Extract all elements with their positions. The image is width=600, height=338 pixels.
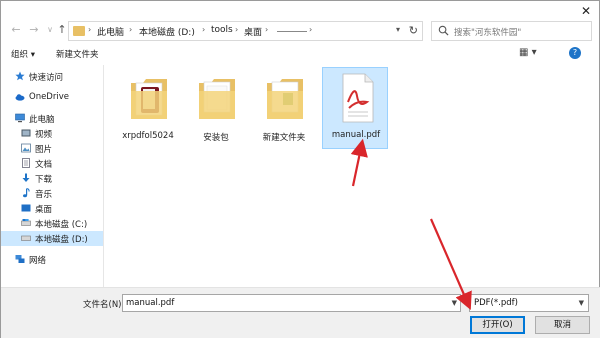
sidebar-item-videos[interactable]: 视频 bbox=[1, 126, 103, 141]
breadcrumb-tools[interactable]: tools bbox=[211, 25, 233, 35]
close-icon[interactable]: ✕ bbox=[579, 4, 593, 18]
file-type-select[interactable]: PDF(*.pdf) ▼ bbox=[469, 294, 589, 312]
breadcrumb-drive-d[interactable]: 本地磁盘 (D:) bbox=[139, 25, 195, 38]
breadcrumb-separator[interactable]: › bbox=[309, 25, 312, 34]
sidebar-item-drive-d[interactable]: 本地磁盘 (D:) bbox=[1, 231, 103, 246]
sidebar-item-desktop[interactable]: 桌面 bbox=[1, 201, 103, 216]
folder-icon bbox=[267, 79, 303, 119]
filename-label: 文件名(N): bbox=[83, 300, 125, 310]
breadcrumb-separator[interactable]: › bbox=[88, 25, 91, 34]
sidebar-item-music[interactable]: 音乐 bbox=[1, 186, 103, 201]
filename-value: manual.pdf bbox=[126, 298, 175, 308]
drive-icon bbox=[21, 235, 31, 241]
file-name-panel: 文件名(N): manual.pdf ▼ PDF(*.pdf) ▼ 打开(O) … bbox=[1, 287, 600, 338]
open-file-dialog: ✕ ← → ∨ ↑ › 此电脑 › 本地磁盘 (D:) › tools › 桌面… bbox=[0, 0, 600, 338]
drive-icon bbox=[21, 219, 31, 226]
search-icon bbox=[438, 25, 449, 36]
sidebar-item-onedrive[interactable]: OneDrive bbox=[1, 90, 103, 105]
file-name: 新建文件夹 bbox=[262, 133, 306, 143]
sidebar-item-downloads[interactable]: 下载 bbox=[1, 171, 103, 186]
breadcrumb-separator[interactable]: › bbox=[265, 25, 268, 34]
breadcrumb-separator[interactable]: › bbox=[235, 25, 238, 34]
file-list: xrpdfol5024 安装包 新建文件夹 manual.pdf bbox=[105, 65, 600, 287]
chevron-down-icon[interactable]: ▼ bbox=[579, 299, 584, 307]
desktop-icon bbox=[21, 204, 31, 212]
address-row: ← → ∨ ↑ › 此电脑 › 本地磁盘 (D:) › tools › 桌面 ›… bbox=[1, 19, 600, 43]
sidebar-item-label: 本地磁盘 (D:) bbox=[35, 235, 88, 245]
address-dropdown-icon[interactable]: ▾ bbox=[396, 25, 400, 34]
organize-button[interactable]: 组织 ▾ bbox=[11, 48, 35, 60]
file-item-folder[interactable]: xrpdfol5024 bbox=[115, 69, 181, 149]
redacted-path-segment bbox=[277, 31, 307, 32]
address-bar[interactable]: › 此电脑 › 本地磁盘 (D:) › tools › 桌面 › › ▾ ↻ bbox=[68, 21, 423, 41]
breadcrumb-separator[interactable]: › bbox=[202, 25, 205, 34]
file-item-pdf[interactable]: manual.pdf bbox=[322, 67, 388, 149]
search-input[interactable]: 搜索"河东软件园" bbox=[431, 21, 592, 41]
sidebar-item-documents[interactable]: 文档 bbox=[1, 156, 103, 171]
picture-icon bbox=[21, 143, 31, 153]
navigation-pane: 快速访问 OneDrive 此电脑 视频 图片 文档 下载 音乐 桌面 本地磁盘… bbox=[1, 65, 104, 287]
folder-icon bbox=[73, 26, 85, 36]
file-name: manual.pdf bbox=[331, 130, 381, 140]
cancel-button[interactable]: 取消 bbox=[535, 316, 590, 334]
file-item-folder[interactable]: 新建文件夹 bbox=[251, 69, 317, 149]
sidebar-item-drive-c[interactable]: 本地磁盘 (C:) bbox=[1, 216, 103, 231]
sidebar-item-label: 下载 bbox=[35, 175, 53, 185]
cloud-icon bbox=[15, 94, 25, 101]
video-icon bbox=[21, 129, 31, 137]
forward-icon[interactable]: → bbox=[27, 23, 41, 37]
breadcrumb-separator[interactable]: › bbox=[129, 25, 132, 34]
file-type-value: PDF(*.pdf) bbox=[474, 298, 518, 308]
document-icon bbox=[22, 158, 30, 168]
music-icon bbox=[23, 188, 30, 198]
pdf-file-icon bbox=[342, 73, 374, 123]
folder-icon bbox=[199, 79, 235, 119]
download-icon bbox=[22, 173, 30, 182]
new-folder-button[interactable]: 新建文件夹 bbox=[56, 48, 99, 60]
star-icon bbox=[15, 71, 25, 81]
sidebar-item-label: 音乐 bbox=[35, 190, 53, 200]
sidebar-item-label: 本地磁盘 (C:) bbox=[35, 220, 88, 230]
sidebar-item-label: 文档 bbox=[35, 160, 53, 170]
help-icon[interactable]: ? bbox=[569, 47, 581, 59]
sidebar-item-label: 图片 bbox=[35, 145, 53, 155]
breadcrumb-desktop[interactable]: 桌面 bbox=[244, 25, 262, 38]
view-options-icon[interactable]: ▦ ▾ bbox=[519, 47, 537, 58]
refresh-icon[interactable]: ↻ bbox=[409, 24, 418, 37]
command-toolbar: 组织 ▾ 新建文件夹 ▦ ▾ ? bbox=[1, 46, 600, 64]
folder-icon bbox=[131, 79, 167, 119]
network-icon bbox=[15, 255, 25, 263]
sidebar-item-label: 视频 bbox=[35, 130, 53, 140]
file-item-folder[interactable]: 安装包 bbox=[183, 69, 249, 149]
up-icon[interactable]: ↑ bbox=[55, 23, 69, 37]
back-icon[interactable]: ← bbox=[9, 23, 23, 37]
sidebar-item-label: 桌面 bbox=[35, 205, 53, 215]
sidebar-item-pictures[interactable]: 图片 bbox=[1, 141, 103, 156]
open-button[interactable]: 打开(O) bbox=[470, 316, 525, 334]
sidebar-item-label: 网络 bbox=[29, 256, 47, 266]
sidebar-item-network[interactable]: 网络 bbox=[1, 252, 103, 267]
file-name: xrpdfol5024 bbox=[122, 131, 174, 141]
sidebar-item-label: 快速访问 bbox=[29, 73, 64, 83]
sidebar-item-quick-access[interactable]: 快速访问 bbox=[1, 69, 103, 84]
search-placeholder: 搜索"河东软件园" bbox=[454, 28, 522, 38]
filename-field[interactable]: manual.pdf ▼ bbox=[122, 294, 461, 312]
chevron-down-icon[interactable]: ▼ bbox=[452, 299, 457, 307]
computer-icon bbox=[15, 113, 25, 123]
sidebar-item-label: 此电脑 bbox=[29, 115, 55, 125]
sidebar-item-this-pc[interactable]: 此电脑 bbox=[1, 111, 103, 126]
breadcrumb-this-pc[interactable]: 此电脑 bbox=[97, 25, 124, 38]
file-name: 安装包 bbox=[203, 133, 229, 143]
sidebar-item-label: OneDrive bbox=[29, 92, 69, 102]
